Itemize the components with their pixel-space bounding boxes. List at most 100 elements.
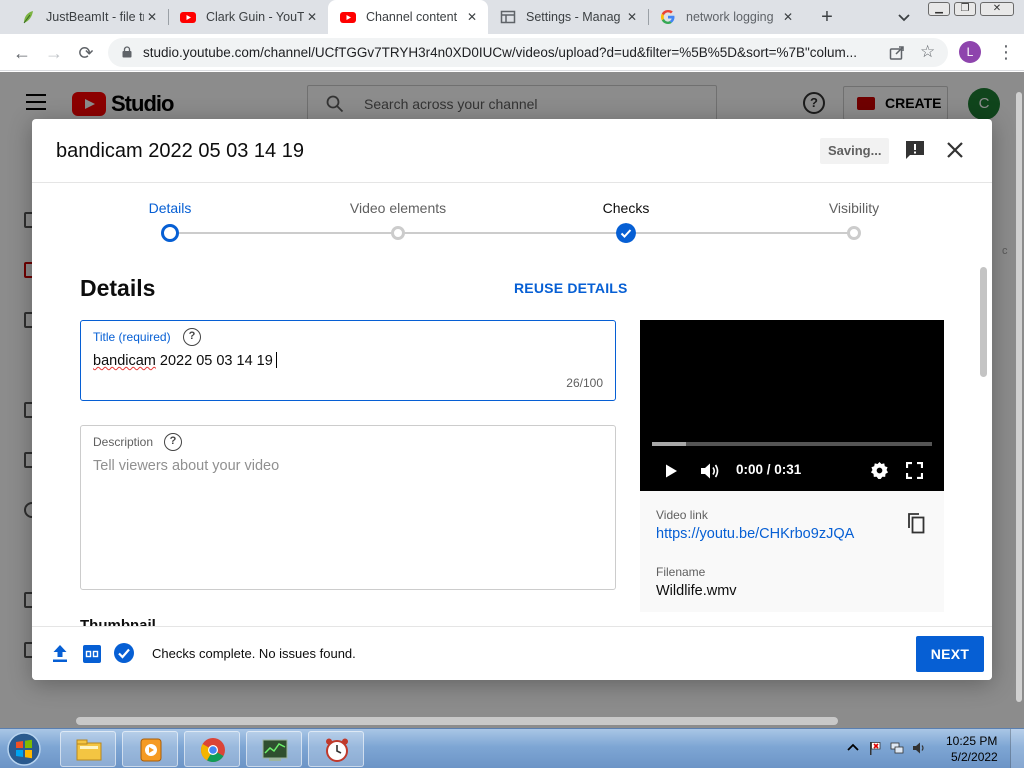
feedback-icon[interactable] bbox=[905, 140, 925, 160]
network-icon[interactable] bbox=[890, 741, 904, 755]
hd-processing-icon[interactable] bbox=[83, 645, 101, 663]
chrome-icon bbox=[201, 738, 225, 763]
reload-icon[interactable]: ⟳ bbox=[75, 42, 97, 64]
stepper-line bbox=[626, 232, 854, 234]
title-help-icon[interactable]: ? bbox=[183, 328, 201, 346]
browser-profile-avatar[interactable]: L bbox=[959, 41, 981, 63]
video-preview-panel: 0:00 / 0:31 Video link https://youtu.be/… bbox=[640, 320, 944, 612]
filename-value: Wildlife.wmv bbox=[656, 583, 737, 599]
back-arrow-icon[interactable]: ← bbox=[11, 42, 33, 64]
tab-search-chevron-icon[interactable] bbox=[896, 9, 912, 25]
tab-close-icon[interactable]: ✕ bbox=[624, 9, 640, 25]
task-manager-icon bbox=[262, 739, 288, 761]
text-caret bbox=[275, 352, 277, 368]
tab-label: JustBeamIt - file tr bbox=[46, 10, 144, 24]
step-video-elements-dot[interactable] bbox=[391, 226, 405, 240]
volume-icon[interactable] bbox=[700, 462, 720, 480]
upload-icon[interactable] bbox=[52, 644, 68, 663]
description-help-icon[interactable]: ? bbox=[164, 433, 182, 451]
step-checks-checkmark-icon[interactable] bbox=[616, 223, 636, 243]
share-icon[interactable] bbox=[888, 44, 906, 62]
new-tab-plus-icon[interactable]: + bbox=[817, 7, 837, 27]
tab-label: Channel content bbox=[366, 10, 458, 24]
copy-icon[interactable] bbox=[906, 512, 926, 534]
forward-arrow-icon[interactable]: → bbox=[43, 42, 65, 64]
upload-details-dialog: bandicam 2022 05 03 14 19 Saving... Deta… bbox=[32, 119, 992, 680]
tab-network-logging[interactable]: network logging ✕ bbox=[648, 0, 804, 34]
taskbar-explorer-button[interactable] bbox=[60, 731, 116, 767]
title-value-misspelled-word: bandicam bbox=[93, 353, 156, 369]
windows-start-icon[interactable] bbox=[4, 731, 44, 767]
address-bar[interactable]: studio.youtube.com/channel/UCfTGGv7TRYH3… bbox=[108, 38, 948, 67]
url-text: studio.youtube.com/channel/UCfTGGv7TRYH3… bbox=[143, 45, 858, 60]
next-button[interactable]: NEXT bbox=[916, 636, 984, 672]
tab-close-icon[interactable]: ✕ bbox=[144, 9, 160, 25]
description-field-label: Description bbox=[93, 435, 154, 449]
step-visibility-dot[interactable] bbox=[847, 226, 861, 240]
description-field[interactable]: Description ? Tell viewers about your vi… bbox=[80, 425, 616, 590]
taskbar-task-manager-button[interactable] bbox=[246, 731, 302, 767]
video-player[interactable]: 0:00 / 0:31 bbox=[640, 320, 944, 491]
play-icon[interactable] bbox=[664, 464, 678, 478]
browser-menu-icon[interactable]: ⋮ bbox=[997, 41, 1015, 63]
taskbar-clock-app-button[interactable] bbox=[308, 731, 364, 767]
dialog-vertical-scrollbar[interactable] bbox=[980, 267, 987, 377]
video-time-display: 0:00 / 0:31 bbox=[736, 462, 802, 477]
taskbar-media-player-button[interactable] bbox=[122, 731, 178, 767]
step-video-elements-label[interactable]: Video elements bbox=[318, 200, 478, 216]
tab-close-icon[interactable]: ✕ bbox=[780, 9, 796, 25]
details-heading: Details bbox=[80, 275, 156, 301]
show-desktop-button[interactable] bbox=[1010, 729, 1024, 768]
tab-clark-guin-youtube[interactable]: Clark Guin - YouTu ✕ bbox=[168, 0, 328, 34]
title-field-label: Title (required) bbox=[93, 330, 171, 344]
tab-label: Settings - Manag bbox=[526, 10, 621, 24]
show-hidden-icons-chevron-icon[interactable] bbox=[846, 741, 860, 755]
video-link[interactable]: https://youtu.be/CHKrbo9zJQA bbox=[656, 526, 854, 542]
taskbar-chrome-button[interactable] bbox=[184, 731, 240, 767]
minimize-window-icon[interactable]: ▁ bbox=[928, 2, 950, 16]
tab-settings[interactable]: Settings - Manag ✕ bbox=[488, 0, 648, 34]
title-field-value[interactable]: bandicam 2022 05 03 14 19 bbox=[93, 352, 277, 369]
step-checks-label[interactable]: Checks bbox=[546, 200, 706, 216]
youtube-icon bbox=[180, 12, 196, 23]
browser-toolbar: ← → ⟳ studio.youtube.com/channel/UCfTGGv… bbox=[0, 34, 1024, 71]
gear-icon[interactable] bbox=[870, 461, 889, 480]
speaker-volume-icon[interactable] bbox=[912, 741, 926, 755]
close-window-icon[interactable]: ✕ bbox=[980, 2, 1014, 16]
close-icon[interactable] bbox=[944, 139, 966, 161]
tab-close-icon[interactable]: ✕ bbox=[304, 9, 320, 25]
action-center-flag-icon[interactable] bbox=[868, 741, 882, 755]
taskbar-clock-date[interactable]: 5/2/2022 bbox=[951, 750, 998, 764]
justbeamit-leaf-icon bbox=[23, 11, 33, 24]
saving-status-badge: Saving... bbox=[820, 138, 890, 164]
description-placeholder: Tell viewers about your video bbox=[93, 458, 280, 474]
windows-explorer-icon bbox=[76, 739, 102, 761]
title-value-rest: 2022 05 03 14 19 bbox=[155, 353, 273, 369]
youtube-icon bbox=[340, 12, 356, 23]
step-visibility-label[interactable]: Visibility bbox=[774, 200, 934, 216]
video-buffered-bar bbox=[652, 442, 686, 446]
browser-tab-strip: JustBeamIt - file tr ✕ Clark Guin - YouT… bbox=[0, 0, 1024, 34]
bookmark-star-icon[interactable]: ☆ bbox=[920, 43, 938, 61]
dialog-footer: Checks complete. No issues found. NEXT bbox=[32, 626, 992, 680]
tab-close-icon[interactable]: ✕ bbox=[464, 9, 480, 25]
restore-window-icon[interactable]: ❐ bbox=[954, 2, 976, 16]
tab-label: network logging bbox=[686, 10, 774, 24]
tab-channel-content[interactable]: Channel content ✕ bbox=[328, 0, 488, 34]
windows-taskbar: 10:25 PM 5/2/2022 bbox=[0, 728, 1024, 768]
checks-complete-icon[interactable] bbox=[114, 643, 134, 663]
title-field[interactable]: Title (required) ? bandicam 2022 05 03 1… bbox=[80, 320, 616, 401]
lock-icon[interactable] bbox=[122, 46, 132, 58]
reuse-details-button[interactable]: REUSE DETAILS bbox=[514, 280, 628, 296]
system-tray: 10:25 PM 5/2/2022 bbox=[840, 729, 1024, 768]
fullscreen-icon[interactable] bbox=[906, 462, 923, 479]
video-progress-bar[interactable] bbox=[652, 442, 932, 446]
taskbar-clock-time[interactable]: 10:25 PM bbox=[946, 734, 997, 748]
page-horizontal-scrollbar[interactable] bbox=[76, 717, 838, 725]
step-details-label[interactable]: Details bbox=[90, 200, 250, 216]
google-icon bbox=[661, 10, 675, 24]
step-details-dot[interactable] bbox=[161, 224, 179, 242]
page-vertical-scrollbar[interactable] bbox=[1016, 92, 1022, 702]
stepper-line bbox=[398, 232, 626, 234]
tab-justbeamit[interactable]: JustBeamIt - file tr ✕ bbox=[8, 0, 168, 34]
